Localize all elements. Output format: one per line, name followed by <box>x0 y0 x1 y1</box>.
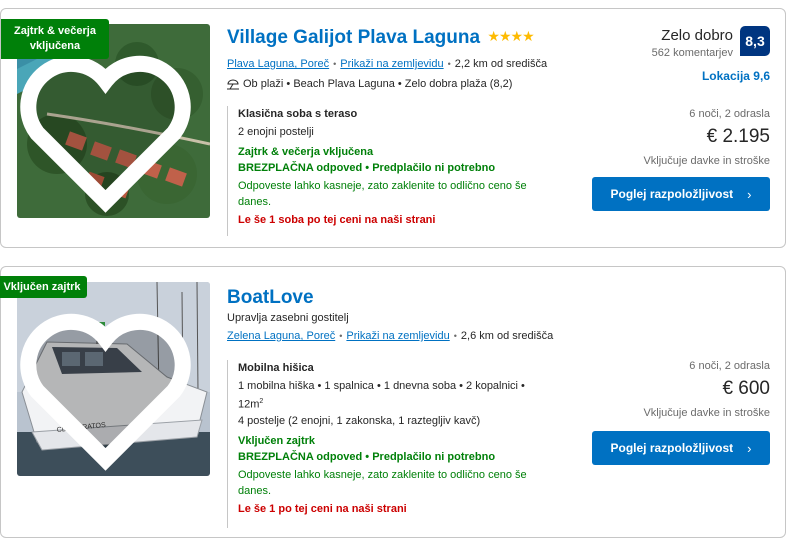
beach-umbrella-icon <box>227 79 239 90</box>
property-info: BoatLove Upravlja zasebni gostitelj Zele… <box>227 287 553 342</box>
chevron-right-icon: › <box>747 186 752 202</box>
room-beds: 4 postelje (2 enojni, 1 zakonska, 1 razt… <box>238 414 481 427</box>
distance: 2,6 km od središča <box>460 330 554 342</box>
heart-icon[interactable] <box>17 32 202 218</box>
taxes-note: Vključuje davke in stroške <box>643 155 770 167</box>
area-link[interactable]: Zelena Laguna, Poreč <box>227 330 335 342</box>
title-row: Village Galijot Plava Laguna ★★★★ <box>227 27 547 49</box>
room-name: Klasična soba s teraso <box>238 108 358 120</box>
button-label: Poglej razpoložljivost <box>610 187 734 201</box>
room-description: 1 mobilna hiška • 1 spalnica • 1 dnevna … <box>238 378 547 429</box>
property-card-boatlove: CDS STRATOS Vključen zajtrk BoatLove Upr… <box>0 266 786 538</box>
area-link[interactable]: Plava Laguna, Poreč <box>227 58 329 70</box>
property-photo[interactable]: CDS STRATOS <box>17 282 210 476</box>
cancellation-note: Odpoveste lahko kasneje, zato zaklenite … <box>238 468 527 497</box>
see-availability-button[interactable]: Poglej razpoložljivost › <box>592 431 770 465</box>
chevron-right-icon: › <box>747 440 752 456</box>
review-score-badge[interactable]: 8,3 <box>740 26 770 56</box>
separator: • <box>447 59 451 69</box>
room-beds: 2 enojni postelji <box>238 126 314 138</box>
review-count: 562 komentarjev <box>651 47 733 59</box>
room-details: Mobilna hišica 1 mobilna hiška • 1 spaln… <box>227 360 547 528</box>
button-label: Poglej razpoložljivost <box>610 441 734 455</box>
stay-length: 6 noči, 2 odrasla <box>689 360 770 372</box>
location-line: Zelena Laguna, Poreč • Prikaži na zemljevi… <box>227 330 553 342</box>
beach-info: Ob plaži • Beach Plava Laguna • Zelo dob… <box>227 78 547 90</box>
taxes-note: Vključuje davke in stroške <box>643 407 770 419</box>
meal-badge: Zajtrk & večerja vključena <box>1 19 109 59</box>
meal-plan: Zajtrk & večerja vključena <box>238 146 374 158</box>
property-title[interactable]: Village Galijot Plava Laguna <box>227 27 480 48</box>
scarcity-message: Le še 1 soba po tej ceni na naši strani <box>238 214 436 226</box>
property-card-village-galijot: Zajtrk & večerja vključena Village Galij… <box>0 8 786 248</box>
separator: • <box>339 331 343 341</box>
distance: 2,2 km od središča <box>454 58 548 70</box>
star-rating-icon: ★★★★ <box>487 28 534 44</box>
property-title[interactable]: BoatLove <box>227 287 553 309</box>
stay-length: 6 noči, 2 odrasla <box>689 108 770 120</box>
heart-icon[interactable] <box>17 290 202 476</box>
meal-badge: Vključen zajtrk <box>0 276 87 298</box>
scarcity-message: Le še 1 po tej ceni na naši strani <box>238 502 407 515</box>
room-size: 12m <box>238 398 260 411</box>
price: € 2.195 <box>706 126 770 147</box>
cancellation-policy: BREZPLAČNA odpoved • Predplačilo ni potr… <box>238 450 496 463</box>
room-size-unit: 2 <box>259 398 264 405</box>
separator: • <box>453 331 457 341</box>
map-link[interactable]: Prikaži na zemljevidu <box>346 330 449 342</box>
price-block: 6 noči, 2 odrasla € 600 Vključuje davke … <box>643 360 770 419</box>
cancellation-policy: BREZPLAČNA odpoved • Predplačilo ni potr… <box>238 162 496 174</box>
meal-plan: Vključen zajtrk <box>238 434 316 447</box>
cancellation-note: Odpoveste lahko kasneje, zato zaklenite … <box>238 180 527 208</box>
beach-text: Ob plaži • Beach Plava Laguna • Zelo dob… <box>243 78 513 90</box>
host-type: Upravlja zasebni gostitelj <box>227 312 349 324</box>
price: € 600 <box>722 378 770 399</box>
room-name: Mobilna hišica <box>238 362 314 374</box>
map-link[interactable]: Prikaži na zemljevidu <box>340 58 443 70</box>
property-info: Village Galijot Plava Laguna ★★★★ Plava … <box>227 27 547 90</box>
price-block: 6 noči, 2 odrasla € 2.195 Vključuje davk… <box>643 108 770 167</box>
separator: • <box>333 59 337 69</box>
location-line: Plava Laguna, Poreč • Prikaži na zemljevid… <box>227 58 547 70</box>
score-word: Zelo dobro <box>661 27 733 44</box>
room-details: Klasična soba s teraso 2 enojni postelji… <box>227 106 547 236</box>
room-layout: 1 mobilna hiška • 1 spalnica • 1 dnevna … <box>238 380 525 392</box>
location-score: Lokacija 9,6 <box>701 69 770 83</box>
see-availability-button[interactable]: Poglej razpoložljivost › <box>592 177 770 211</box>
